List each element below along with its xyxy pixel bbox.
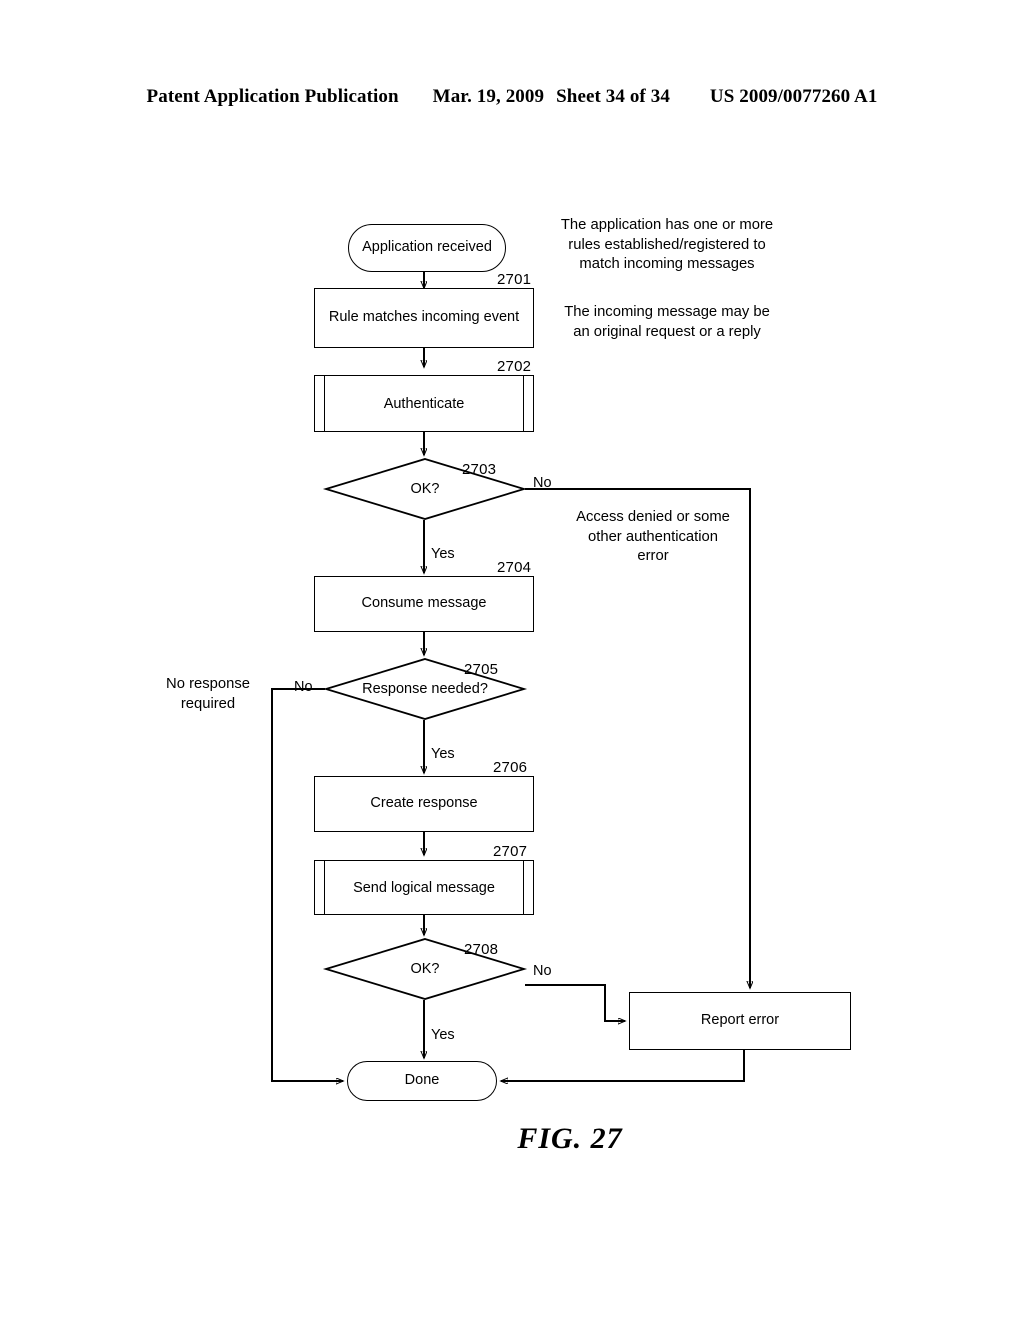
ref-2706: 2706 [493, 759, 528, 776]
branch-label-2708-no: No [533, 963, 552, 979]
ref-2707: 2707 [493, 843, 528, 860]
node-consume-message[interactable]: Consume message [314, 576, 534, 632]
node-label: Rule matches incoming event [328, 309, 520, 326]
node-label: Done [404, 1072, 440, 1089]
figure-caption: FIG. 27 [0, 1122, 1024, 1156]
branch-label-2705-no: No [294, 679, 313, 695]
annotation-rules-registered: The application has one or more rules es… [560, 217, 774, 273]
node-label: Report error [700, 1012, 780, 1029]
ref-2705: 2705 [464, 661, 499, 678]
node-label: Application received [362, 239, 492, 256]
branch-label-2708-yes: Yes [431, 1027, 455, 1043]
node-create-response[interactable]: Create response [314, 776, 534, 832]
annotation-access-denied: Access denied or some other authenticati… [576, 509, 730, 565]
node-label: Create response [370, 795, 478, 812]
node-done[interactable]: Done [347, 1061, 497, 1101]
node-label: Authenticate [383, 395, 465, 412]
ref-2704: 2704 [497, 559, 532, 576]
figure-caption-text: FIG. 27 [517, 1122, 623, 1155]
ref-2701: 2701 [497, 271, 532, 288]
annotation-incoming-message: The incoming message may be an original … [564, 304, 770, 340]
node-rule-matches-incoming-event[interactable]: Rule matches incoming event [314, 288, 534, 348]
node-label: Consume message [361, 595, 487, 612]
node-label: Send logical message [353, 879, 495, 896]
node-send-logical-message[interactable]: Send logical message [314, 860, 534, 915]
branch-label-2703-yes: Yes [431, 546, 455, 562]
annotation-no-response-required: No response required [166, 676, 250, 712]
node-authenticate[interactable]: Authenticate [314, 375, 534, 432]
branch-label-2703-no: No [533, 475, 552, 491]
ref-2708: 2708 [464, 941, 499, 958]
node-report-error[interactable]: Report error [629, 992, 851, 1050]
ref-2702: 2702 [497, 358, 532, 375]
ref-2703: 2703 [462, 461, 497, 478]
node-application-received[interactable]: Application received [348, 224, 506, 272]
branch-label-2705-yes: Yes [431, 746, 455, 762]
